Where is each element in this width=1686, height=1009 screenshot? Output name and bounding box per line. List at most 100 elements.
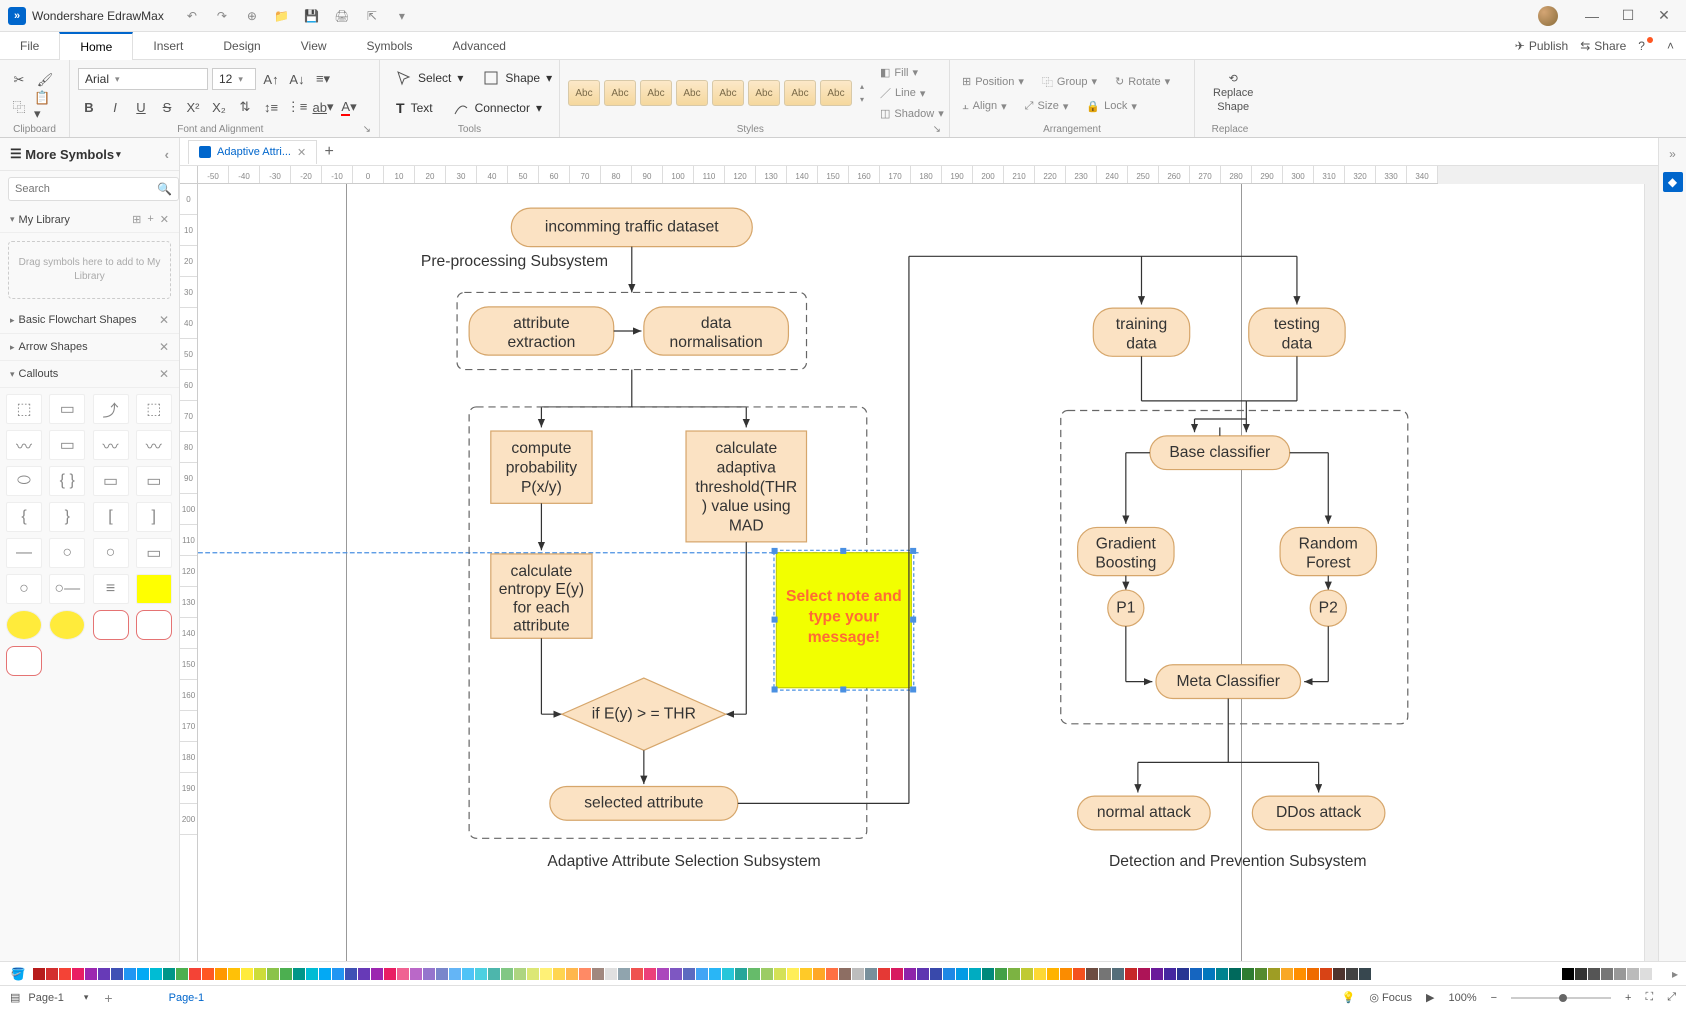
italic-icon[interactable]: I xyxy=(104,96,126,118)
color-swatch[interactable] xyxy=(1034,968,1046,980)
color-swatch[interactable] xyxy=(1203,968,1215,980)
page-tab-active[interactable]: Page-1 xyxy=(169,992,204,1004)
color-swatch[interactable] xyxy=(1229,968,1241,980)
color-swatch[interactable] xyxy=(358,968,370,980)
color-swatch[interactable] xyxy=(839,968,851,980)
color-swatch[interactable] xyxy=(943,968,955,980)
color-swatch[interactable] xyxy=(540,968,552,980)
connector-tool[interactable]: Connector▾ xyxy=(445,96,550,120)
line-spacing-icon[interactable]: ↕≡ xyxy=(260,96,282,118)
color-scroll-right-icon[interactable]: ▸ xyxy=(1672,967,1678,981)
color-swatch[interactable] xyxy=(1177,968,1189,980)
color-swatch[interactable] xyxy=(293,968,305,980)
page-list-icon[interactable]: ▤ xyxy=(10,991,20,1004)
shape-thumb[interactable]: ○— xyxy=(49,574,85,604)
color-swatch[interactable] xyxy=(306,968,318,980)
shape-thumb[interactable]: ▭ xyxy=(136,538,172,568)
menu-symbols[interactable]: Symbols xyxy=(347,32,433,60)
bold-icon[interactable]: B xyxy=(78,96,100,118)
style-swatch-5[interactable]: Abc xyxy=(712,80,744,106)
shape-thumb[interactable]: 〰 xyxy=(93,430,129,460)
shape-thumb-note[interactable] xyxy=(136,574,172,604)
color-swatch[interactable] xyxy=(1627,968,1639,980)
tips-icon[interactable]: 💡 xyxy=(1342,991,1356,1004)
shape-thumb[interactable]: — xyxy=(6,538,42,568)
style-swatch-7[interactable]: Abc xyxy=(784,80,816,106)
properties-panel-icon[interactable]: ◆ xyxy=(1663,172,1683,192)
color-swatch[interactable] xyxy=(475,968,487,980)
section-close-icon[interactable]: ✕ xyxy=(159,367,169,381)
color-swatch[interactable] xyxy=(969,968,981,980)
search-input[interactable] xyxy=(15,183,157,195)
color-swatch[interactable] xyxy=(1021,968,1033,980)
export-icon[interactable]: ⇱ xyxy=(364,8,380,24)
add-tab-button[interactable]: + xyxy=(317,140,341,164)
menu-insert[interactable]: Insert xyxy=(133,32,203,60)
color-swatch[interactable] xyxy=(111,968,123,980)
color-swatch[interactable] xyxy=(163,968,175,980)
color-swatch[interactable] xyxy=(761,968,773,980)
document-tab[interactable]: Adaptive Attri... ✕ xyxy=(188,140,317,164)
vertical-scrollbar[interactable] xyxy=(1644,184,1658,961)
shape-thumb[interactable]: ○ xyxy=(6,574,42,604)
fullscreen-icon[interactable]: ⤢ xyxy=(1667,991,1676,1004)
section-close-icon[interactable]: ✕ xyxy=(159,313,169,327)
color-swatch[interactable] xyxy=(1086,968,1098,980)
undo-icon[interactable]: ↶ xyxy=(184,8,200,24)
color-swatch[interactable] xyxy=(930,968,942,980)
color-swatch[interactable] xyxy=(228,968,240,980)
font-color-icon[interactable]: A▾ xyxy=(338,96,360,118)
user-avatar[interactable] xyxy=(1538,6,1558,26)
color-swatch[interactable] xyxy=(319,968,331,980)
color-swatch[interactable] xyxy=(1588,968,1600,980)
color-swatch[interactable] xyxy=(59,968,71,980)
color-swatch[interactable] xyxy=(33,968,45,980)
color-swatch[interactable] xyxy=(1640,968,1652,980)
color-swatch[interactable] xyxy=(1346,968,1358,980)
color-swatch[interactable] xyxy=(527,968,539,980)
shape-thumb[interactable]: ▭ xyxy=(136,466,172,496)
open-icon[interactable]: 📁 xyxy=(274,8,290,24)
color-swatch[interactable] xyxy=(813,968,825,980)
paste-icon[interactable]: 📋▾ xyxy=(34,95,56,117)
color-swatch[interactable] xyxy=(605,968,617,980)
color-swatch[interactable] xyxy=(566,968,578,980)
replace-shape-button[interactable]: ⟲ Replace Shape xyxy=(1203,68,1263,117)
vertical-ruler[interactable]: 0102030405060708090100110120130140150160… xyxy=(180,184,198,961)
color-swatch[interactable] xyxy=(397,968,409,980)
color-swatch[interactable] xyxy=(1099,968,1111,980)
color-swatch[interactable] xyxy=(1294,968,1306,980)
print-icon[interactable]: 🖨 xyxy=(334,8,350,24)
expand-right-panel-icon[interactable]: » xyxy=(1663,144,1683,164)
color-swatch[interactable] xyxy=(1151,968,1163,980)
subscript-icon[interactable]: X₂ xyxy=(208,96,230,118)
color-swatch[interactable] xyxy=(371,968,383,980)
focus-button[interactable]: ◎ Focus xyxy=(1369,991,1412,1004)
color-swatch[interactable] xyxy=(423,968,435,980)
fit-page-icon[interactable]: ⛶ xyxy=(1645,991,1653,1004)
shape-thumb[interactable]: ▭ xyxy=(49,394,85,424)
color-swatch[interactable] xyxy=(1047,968,1059,980)
color-swatch[interactable] xyxy=(1008,968,1020,980)
color-swatch[interactable] xyxy=(462,968,474,980)
shape-thumb[interactable]: ▭ xyxy=(49,430,85,460)
shape-thumb-burst[interactable] xyxy=(6,610,42,640)
color-swatch[interactable] xyxy=(592,968,604,980)
color-swatch[interactable] xyxy=(384,968,396,980)
color-swatch[interactable] xyxy=(254,968,266,980)
menu-view[interactable]: View xyxy=(281,32,347,60)
align-icon[interactable]: ≡▾ xyxy=(312,68,334,90)
font-size-dropdown[interactable]: 12▾ xyxy=(212,68,256,90)
select-tool[interactable]: Select▾ xyxy=(388,66,471,90)
save-icon[interactable]: 💾 xyxy=(304,8,320,24)
color-swatch[interactable] xyxy=(98,968,110,980)
color-swatch[interactable] xyxy=(995,968,1007,980)
strike-icon[interactable]: S xyxy=(156,96,178,118)
style-swatch-6[interactable]: Abc xyxy=(748,80,780,106)
shape-thumb[interactable]: ≡ xyxy=(93,574,129,604)
play-icon[interactable]: ▶ xyxy=(1426,991,1434,1004)
new-icon[interactable]: ⊕ xyxy=(244,8,260,24)
basic-flowchart-section[interactable]: ▸Basic Flowchart Shapes ✕ xyxy=(0,307,179,334)
color-swatch[interactable] xyxy=(1601,968,1613,980)
collapse-panel-icon[interactable]: ‹ xyxy=(165,147,169,162)
